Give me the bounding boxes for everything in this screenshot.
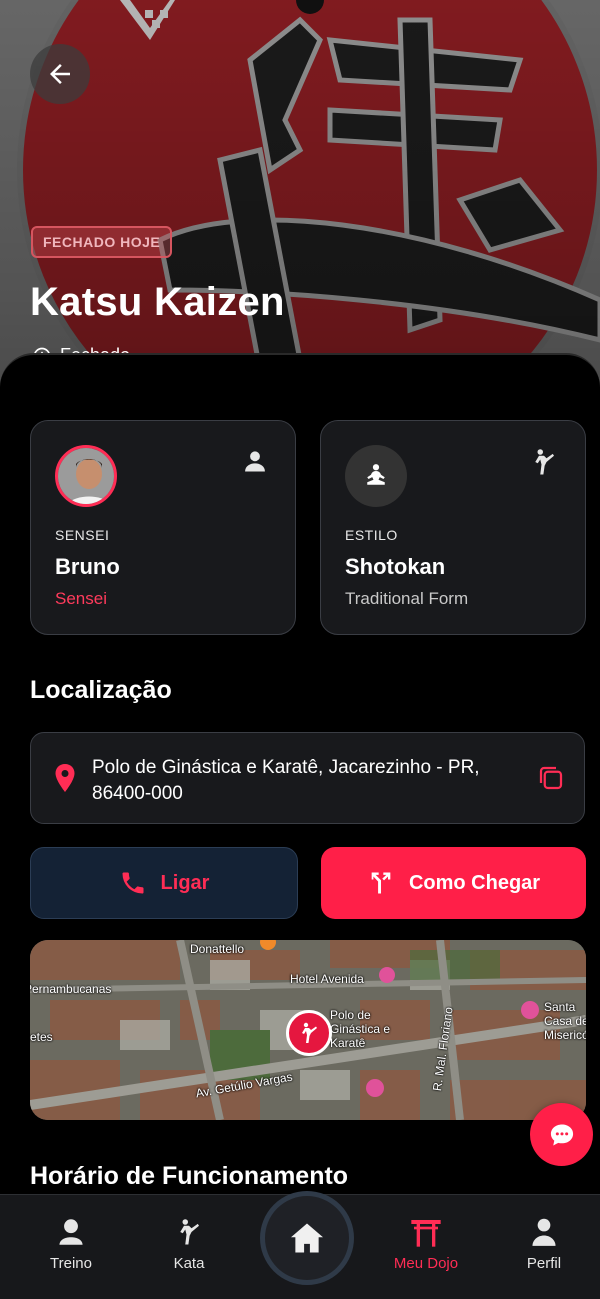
sensei-name: Bruno bbox=[55, 554, 120, 579]
status-badge: FECHADO HOJE bbox=[31, 226, 173, 258]
directions-button[interactable]: Como Chegar bbox=[321, 847, 586, 919]
map-pin-icon bbox=[55, 764, 75, 792]
person-icon bbox=[59, 1219, 83, 1245]
nav-label: Meu Dojo bbox=[393, 1255, 459, 1272]
karate-kick-icon bbox=[302, 1022, 317, 1043]
sensei-photo bbox=[58, 448, 114, 504]
nav-label: Kata bbox=[173, 1255, 205, 1272]
profile-icon bbox=[532, 1218, 556, 1246]
arrow-left-icon bbox=[50, 64, 70, 84]
call-button[interactable]: Ligar bbox=[30, 847, 298, 919]
sensei-role: Sensei bbox=[55, 589, 107, 608]
map-label: Pernambucanas bbox=[30, 982, 112, 996]
chat-bubble-icon bbox=[550, 1124, 573, 1145]
sensei-label: SENSEI bbox=[55, 527, 110, 543]
address-text: Polo de Ginástica e Karatê, Jacarezinho … bbox=[92, 757, 480, 804]
hours-title: Horário de Funcionamento bbox=[30, 1162, 349, 1190]
directions-fork-icon bbox=[371, 872, 391, 894]
avatar bbox=[55, 445, 117, 507]
nav-label: Perfil bbox=[526, 1255, 562, 1272]
chat-button[interactable] bbox=[530, 1103, 593, 1166]
style-name: Shotokan bbox=[345, 554, 446, 579]
home-icon bbox=[291, 1223, 323, 1253]
style-icon-badge bbox=[345, 445, 407, 507]
karate-kick-icon bbox=[535, 449, 554, 475]
torii-gate-icon bbox=[411, 1220, 441, 1247]
directions-label: Como Chegar bbox=[408, 871, 541, 894]
location-map[interactable]: Donattello Hotel Avenida Pernambucanas P… bbox=[30, 940, 586, 1120]
nav-item-treino[interactable]: Treino bbox=[16, 1217, 126, 1272]
style-label: ESTILO bbox=[345, 527, 398, 543]
sensei-card[interactable]: SENSEI Bruno Sensei bbox=[30, 420, 296, 635]
nav-item-meu-dojo[interactable]: Meu Dojo bbox=[371, 1217, 481, 1272]
meditation-icon bbox=[367, 464, 385, 485]
nav-label: Treino bbox=[50, 1255, 92, 1272]
back-button[interactable] bbox=[30, 44, 90, 104]
nav-item-perfil[interactable]: Perfil bbox=[489, 1217, 599, 1272]
style-card[interactable]: ESTILO Shotokan Traditional Form bbox=[320, 420, 586, 635]
karate-kick-icon bbox=[180, 1219, 199, 1245]
map-label: Donattello bbox=[190, 942, 245, 956]
map-label: Polo de Ginástica e Karatê bbox=[330, 1008, 391, 1050]
phone-icon bbox=[122, 872, 144, 894]
address-box: Polo de Ginástica e Karatê, Jacarezinho … bbox=[30, 732, 585, 824]
map-label: Hotel Avenida bbox=[290, 972, 364, 986]
style-description: Traditional Form bbox=[345, 589, 469, 608]
nav-item-kata[interactable]: Kata bbox=[134, 1217, 244, 1272]
bottom-navigation: Treino Kata Meu Dojo Perfil bbox=[0, 1191, 600, 1299]
person-icon bbox=[245, 451, 265, 472]
map-label: Santa Casa de Misericórdia bbox=[544, 1000, 586, 1042]
map-label: etes bbox=[30, 1030, 53, 1044]
copy-icon[interactable] bbox=[536, 763, 566, 793]
page-title: Katsu Kaizen bbox=[30, 280, 285, 324]
nav-home-button[interactable] bbox=[260, 1191, 354, 1285]
location-title: Localização bbox=[30, 676, 172, 704]
call-label: Ligar bbox=[160, 871, 210, 894]
dojo-map-marker[interactable] bbox=[286, 1010, 332, 1056]
